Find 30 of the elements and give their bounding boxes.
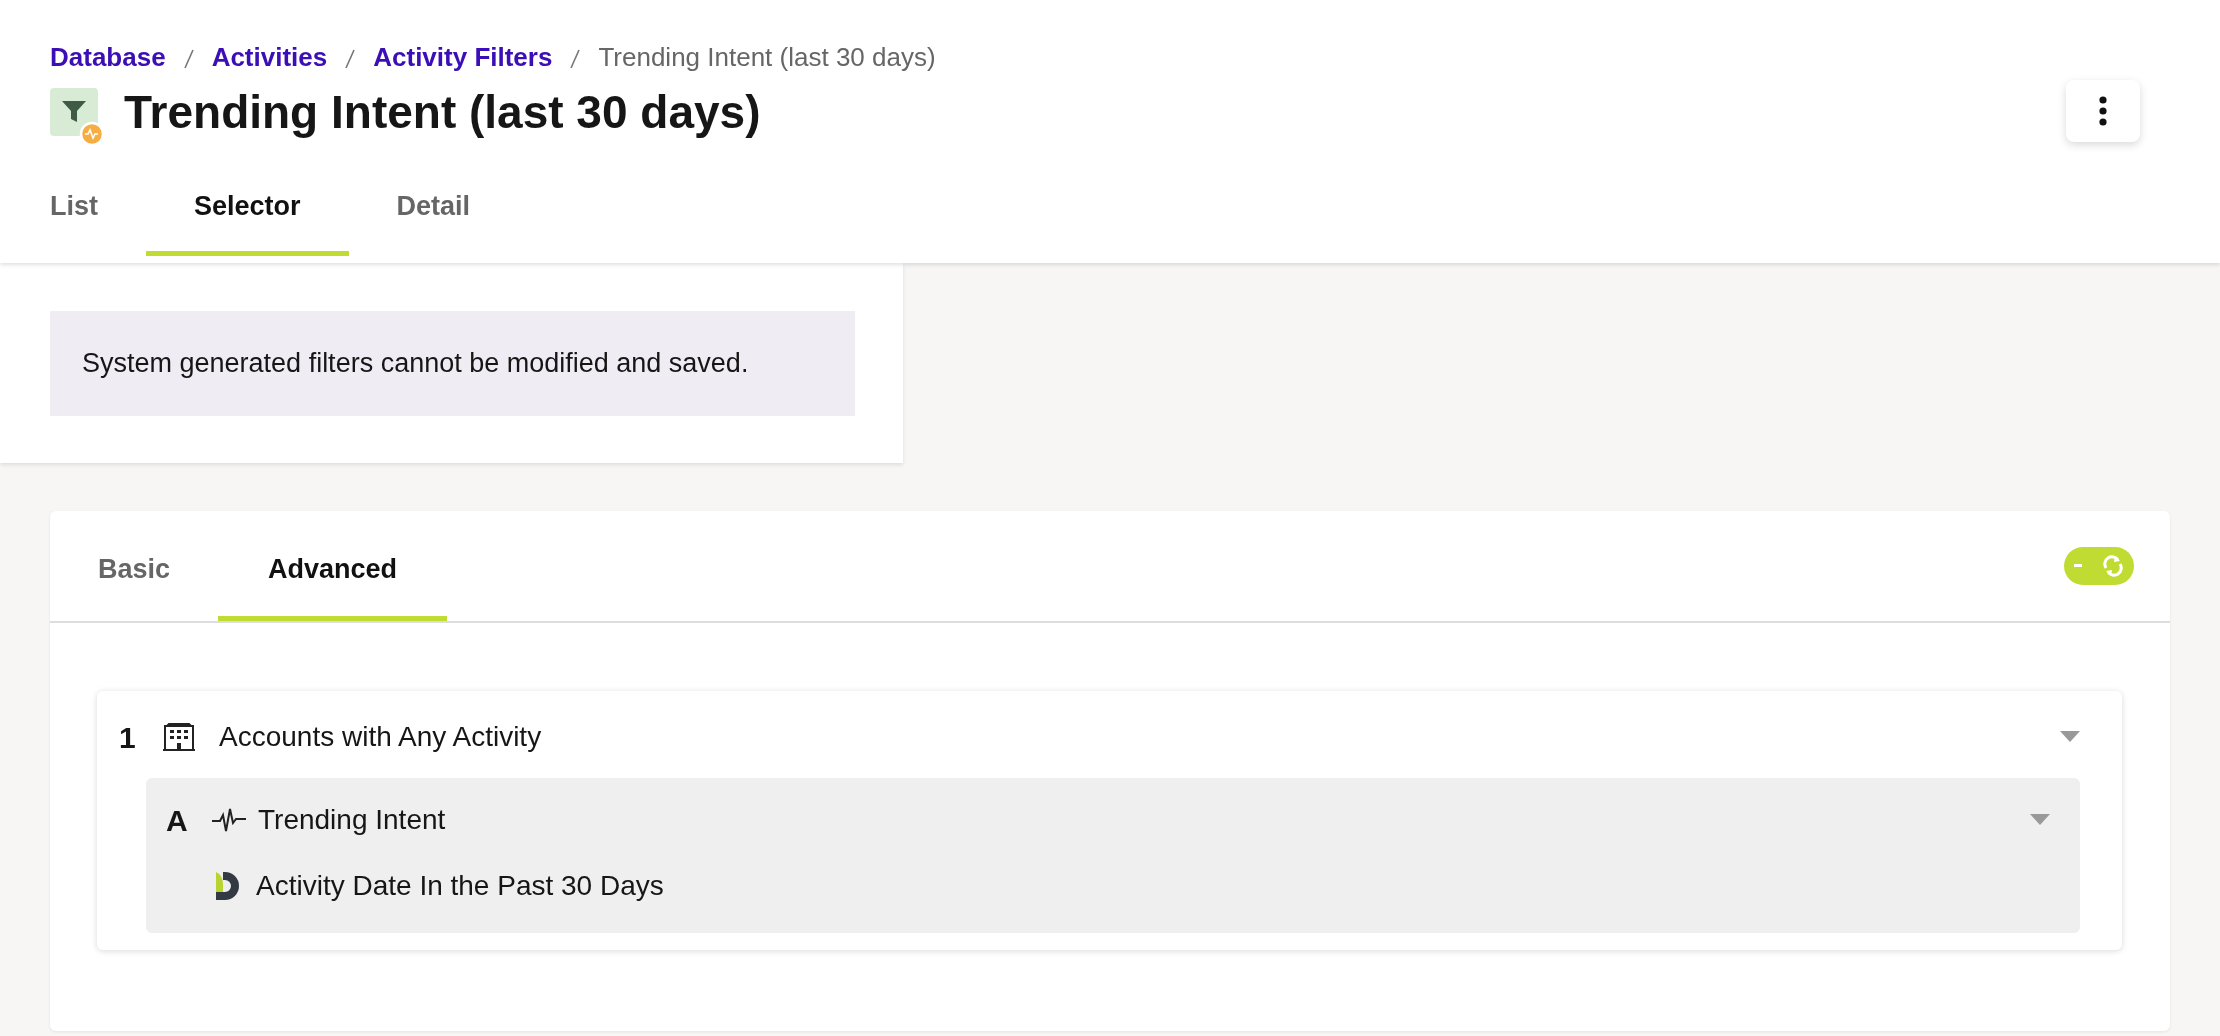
pulse-icon: [212, 807, 246, 833]
breadcrumb-current: Trending Intent (last 30 days): [598, 41, 936, 74]
tab[interactable]: List: [50, 186, 146, 256]
breadcrumb-link[interactable]: Database: [50, 38, 166, 77]
condition-label: Trending Intent: [258, 803, 446, 837]
group-label: Accounts with Any Activity: [219, 720, 542, 754]
refresh-icon: [2102, 554, 2124, 577]
dash-icon: [2074, 563, 2082, 568]
tab[interactable]: Detail: [348, 186, 519, 256]
auto-refresh-toggle[interactable]: [2064, 546, 2134, 585]
separator-icon: [183, 48, 194, 71]
caret-icon[interactable]: [2060, 731, 2080, 743]
building-icon: [163, 723, 195, 751]
group-number: 1: [119, 719, 137, 756]
breadcrumb-link[interactable]: Activity Filters: [373, 38, 553, 77]
tab[interactable]: Basic: [50, 549, 219, 621]
filter-icon: [50, 87, 104, 146]
tab[interactable]: Advanced: [218, 549, 448, 621]
condition-letter: A: [166, 802, 189, 839]
page-title: Trending Intent (last 30 days): [124, 85, 761, 140]
tab[interactable]: Selector: [146, 186, 349, 256]
condition-detail: Activity Date In the Past 30 Days: [256, 868, 664, 903]
separator-icon: [345, 48, 356, 71]
breadcrumb-link[interactable]: Activities: [211, 38, 328, 77]
separator-icon: [570, 48, 581, 71]
caret-icon[interactable]: [2030, 814, 2050, 826]
logo-icon: [214, 870, 242, 901]
more-menu-button[interactable]: [2066, 80, 2140, 142]
kebab-icon: [2098, 96, 2108, 126]
notice-message: System generated filters cannot be modified and saved.: [50, 311, 855, 416]
